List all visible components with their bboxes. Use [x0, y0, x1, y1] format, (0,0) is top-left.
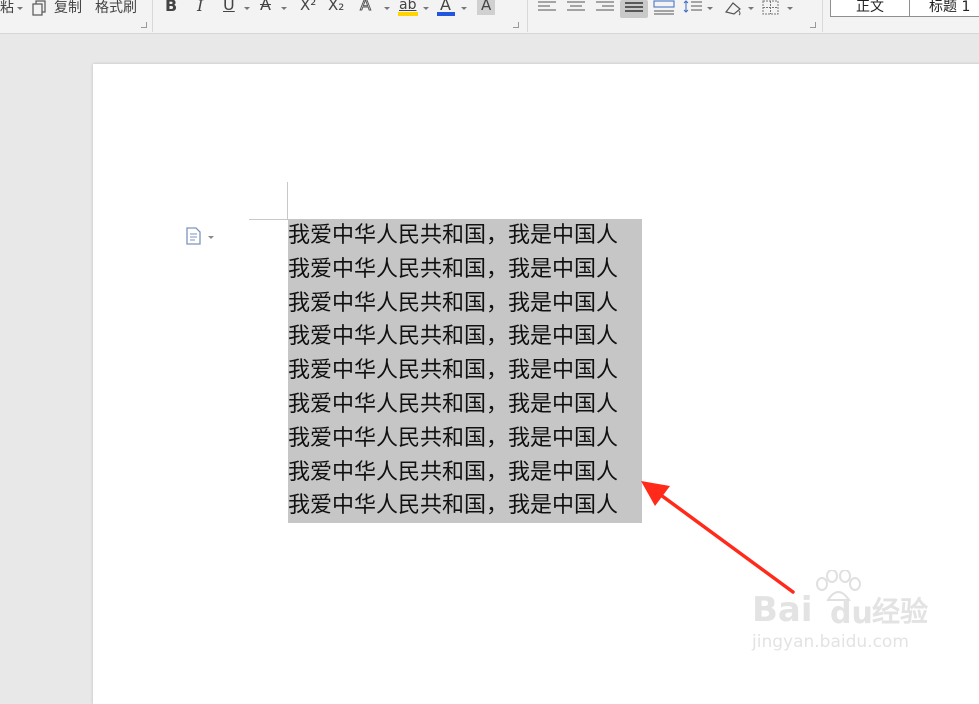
watermark-brand: Bai: [752, 590, 813, 630]
watermark-url: jingyan.baidu.com: [752, 632, 909, 652]
watermark: Bai du 经验 jingyan.baidu.com: [750, 570, 950, 660]
watermark-product: 经验: [872, 595, 929, 628]
watermark-brand-tail: du: [830, 596, 873, 631]
